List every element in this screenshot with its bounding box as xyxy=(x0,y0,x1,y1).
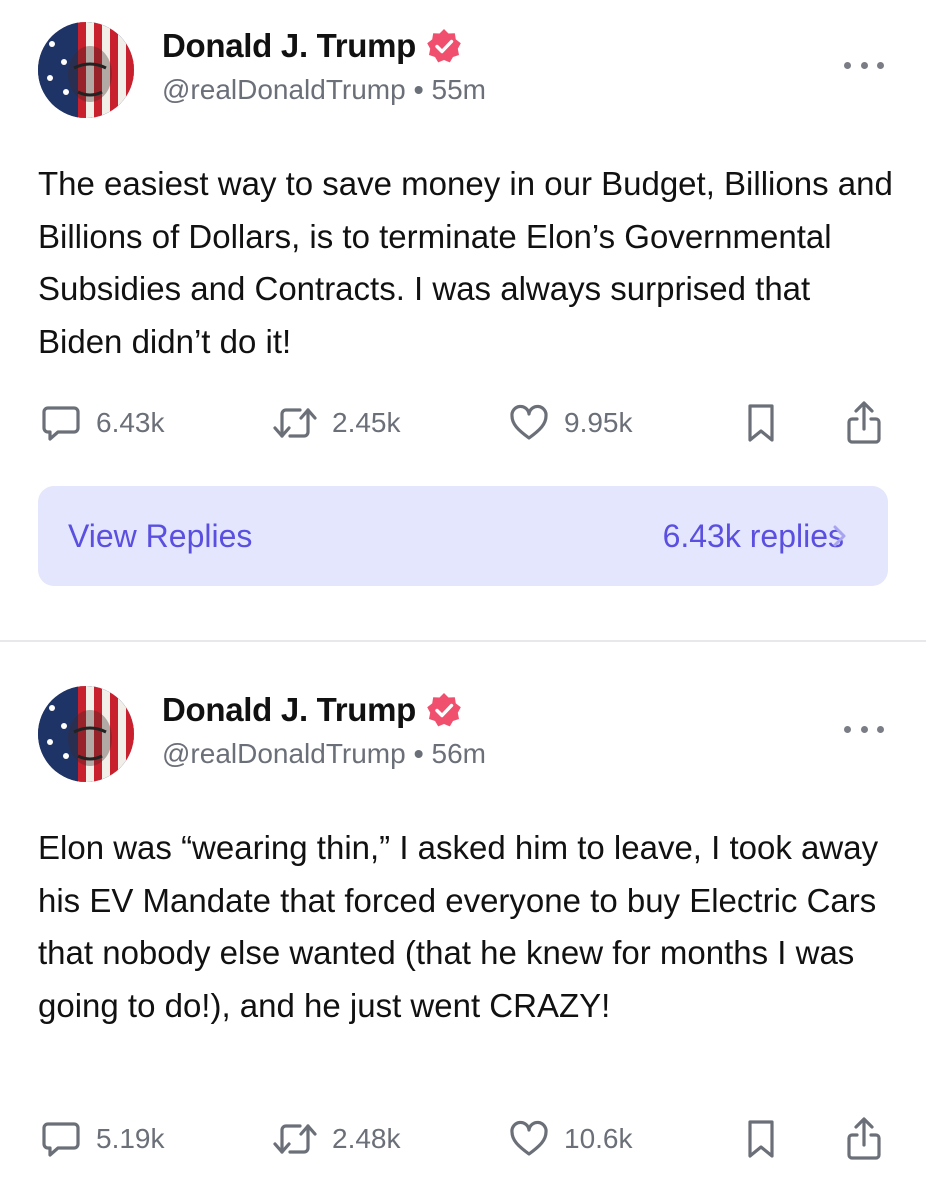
like-count: 9.95k xyxy=(564,407,633,438)
heart-icon xyxy=(510,1120,548,1156)
post-text: The easiest way to save money in our Bud… xyxy=(38,165,893,360)
repost-count: 2.48k xyxy=(332,1123,401,1154)
like-button[interactable]: 10.6k xyxy=(508,1114,633,1164)
share-button[interactable] xyxy=(844,1114,884,1164)
verified-badge-icon xyxy=(427,29,461,63)
verified-badge-icon xyxy=(427,693,461,727)
author-row: Donald J. Trump xyxy=(162,690,462,730)
heart-icon xyxy=(510,404,548,440)
action-bar: 5.19k 2.48k 10.6k xyxy=(0,1114,926,1164)
comment-bubble-icon xyxy=(42,406,80,441)
reply-button[interactable]: 5.19k xyxy=(40,1114,165,1164)
handle-row: @realDonaldTrump • 56m xyxy=(162,738,486,770)
post-text: Elon was “wearing thin,” I asked him to … xyxy=(38,829,879,1024)
reply-count: 5.19k xyxy=(96,1123,165,1154)
bookmark-icon xyxy=(748,1120,774,1158)
share-icon xyxy=(847,1117,881,1160)
separator-dot: • xyxy=(413,74,424,105)
avatar-image xyxy=(38,22,134,118)
share-icon xyxy=(847,401,881,444)
reply-count: 6.43k xyxy=(96,407,165,438)
post-time: 56m xyxy=(431,738,486,769)
author-handle[interactable]: @realDonaldTrump xyxy=(162,738,406,769)
repost-icon xyxy=(273,1124,317,1154)
chevron-right-icon xyxy=(833,525,846,547)
bookmark-button[interactable] xyxy=(744,398,778,448)
bookmark-icon xyxy=(748,404,774,442)
author-name[interactable]: Donald J. Trump xyxy=(162,27,416,65)
view-replies-label: View Replies xyxy=(68,518,253,554)
separator-dot: • xyxy=(413,738,424,769)
author-handle[interactable]: @realDonaldTrump xyxy=(162,74,406,105)
handle-row: @realDonaldTrump • 55m xyxy=(162,74,486,106)
author-name[interactable]: Donald J. Trump xyxy=(162,691,416,729)
post-time: 55m xyxy=(431,74,486,105)
post-divider xyxy=(0,640,926,642)
repost-button[interactable]: 2.48k xyxy=(272,1114,401,1164)
avatar[interactable] xyxy=(38,686,134,782)
bookmark-button[interactable] xyxy=(744,1114,778,1164)
more-horizontal-icon[interactable] xyxy=(844,56,884,74)
avatar-image xyxy=(38,686,134,782)
comment-bubble-icon xyxy=(42,1122,80,1157)
repost-count: 2.45k xyxy=(332,407,401,438)
view-replies-button[interactable]: View Replies 6.43k replies xyxy=(38,486,888,586)
action-bar: 6.43k 2.45k 9.95k xyxy=(0,398,926,448)
avatar[interactable] xyxy=(38,22,134,118)
repost-icon xyxy=(273,408,317,438)
reply-button[interactable]: 6.43k xyxy=(40,398,165,448)
share-button[interactable] xyxy=(844,398,884,448)
like-button[interactable]: 9.95k xyxy=(508,398,633,448)
replies-summary: 6.43k replies xyxy=(662,518,844,554)
more-horizontal-icon[interactable] xyxy=(844,720,884,738)
author-row: Donald J. Trump xyxy=(162,26,462,66)
repost-button[interactable]: 2.45k xyxy=(272,398,401,448)
like-count: 10.6k xyxy=(564,1123,633,1154)
